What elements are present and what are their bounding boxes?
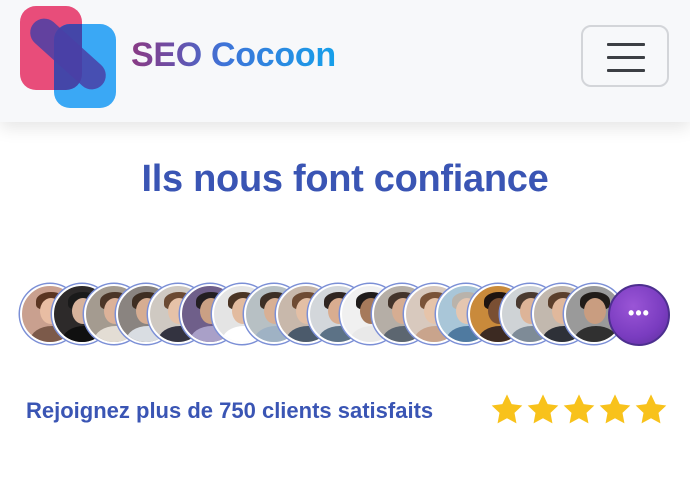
- client-avatar-stack: •••: [20, 284, 680, 348]
- menu-toggle-button[interactable]: [581, 25, 669, 87]
- star-icon: [491, 394, 523, 424]
- trust-headline: Ils nous font confiance: [141, 158, 549, 200]
- hamburger-menu-icon-bar: [607, 56, 645, 59]
- ellipsis-icon: •••: [628, 303, 650, 323]
- brand-name[interactable]: SEO Cocoon: [131, 36, 336, 75]
- star-icon: [563, 394, 595, 424]
- hamburger-menu-icon-bar: [607, 69, 645, 72]
- top-navbar: SEO Cocoon: [0, 0, 690, 122]
- star-icon: [527, 394, 559, 424]
- rating-stars: [489, 392, 669, 430]
- more-clients-button[interactable]: •••: [608, 284, 670, 346]
- clients-count-text: Rejoignez plus de 750 clients satisfaits: [26, 398, 434, 423]
- star-icon: [599, 394, 631, 424]
- cocoon-logo-icon[interactable]: [18, 4, 118, 112]
- hamburger-menu-icon: [607, 43, 645, 46]
- star-icon: [635, 394, 667, 424]
